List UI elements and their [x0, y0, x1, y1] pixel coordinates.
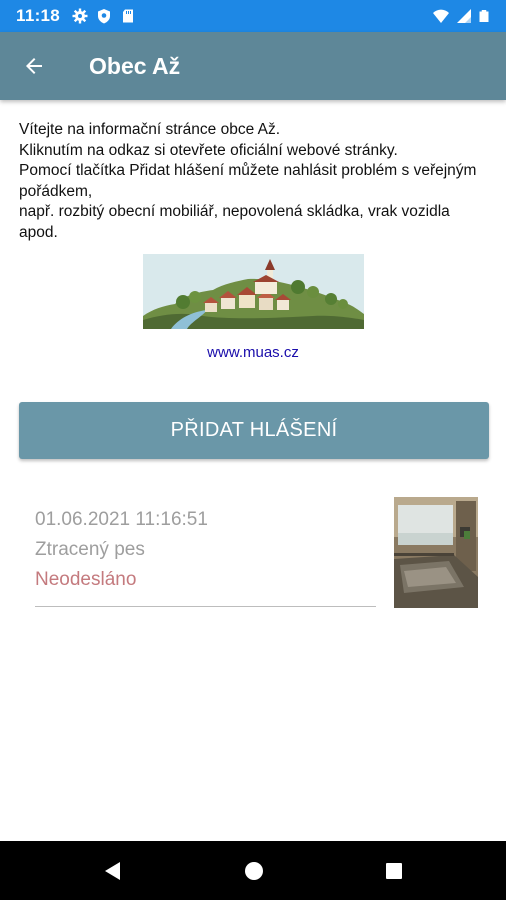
back-button[interactable]	[14, 46, 54, 86]
intro-line: Pomocí tlačítka Přidat hlášení můžete na…	[19, 162, 477, 200]
page-title: Obec Až	[89, 52, 181, 79]
wifi-icon	[433, 9, 449, 23]
report-title: Ztracený pes	[35, 539, 145, 560]
add-report-button[interactable]: PŘIDAT HLÁŠENÍ	[19, 402, 489, 459]
website-link[interactable]: www.muas.cz	[0, 344, 506, 361]
recents-square-icon[interactable]	[383, 860, 405, 882]
status-time: 11:18	[16, 6, 61, 25]
battery-icon	[479, 10, 489, 22]
app-bar: Obec Až	[0, 32, 506, 100]
status-bar: 11:18	[0, 0, 506, 32]
shield-icon	[98, 9, 111, 24]
status-left-icons	[72, 8, 136, 24]
system-nav-bar	[0, 841, 506, 900]
intro-line: Kliknutím na odkaz si otevřete oficiální…	[19, 141, 398, 159]
intro-line: např. rozbitý obecní mobiliář, nepovolen…	[19, 203, 450, 241]
gear-icon	[72, 8, 88, 24]
village-banner-image	[143, 254, 364, 329]
sd-card-icon	[123, 9, 134, 23]
divider	[35, 606, 376, 607]
back-triangle-icon[interactable]	[102, 860, 124, 882]
report-thumbnail[interactable]	[394, 497, 478, 608]
arrow-left-icon	[26, 58, 42, 74]
home-circle-icon[interactable]	[243, 860, 265, 882]
report-status: Neodesláno	[35, 569, 137, 590]
report-list-item[interactable]: 01.06.2021 11:16:51 Ztracený pes Neodesl…	[35, 497, 478, 609]
status-right-icons	[432, 7, 490, 25]
signal-icon	[457, 9, 471, 23]
report-date: 01.06.2021 11:16:51	[35, 509, 208, 530]
intro-text: Vítejte na informační stránce obce Až. K…	[19, 120, 489, 243]
intro-line: Vítejte na informační stránce obce Až.	[19, 121, 281, 138]
